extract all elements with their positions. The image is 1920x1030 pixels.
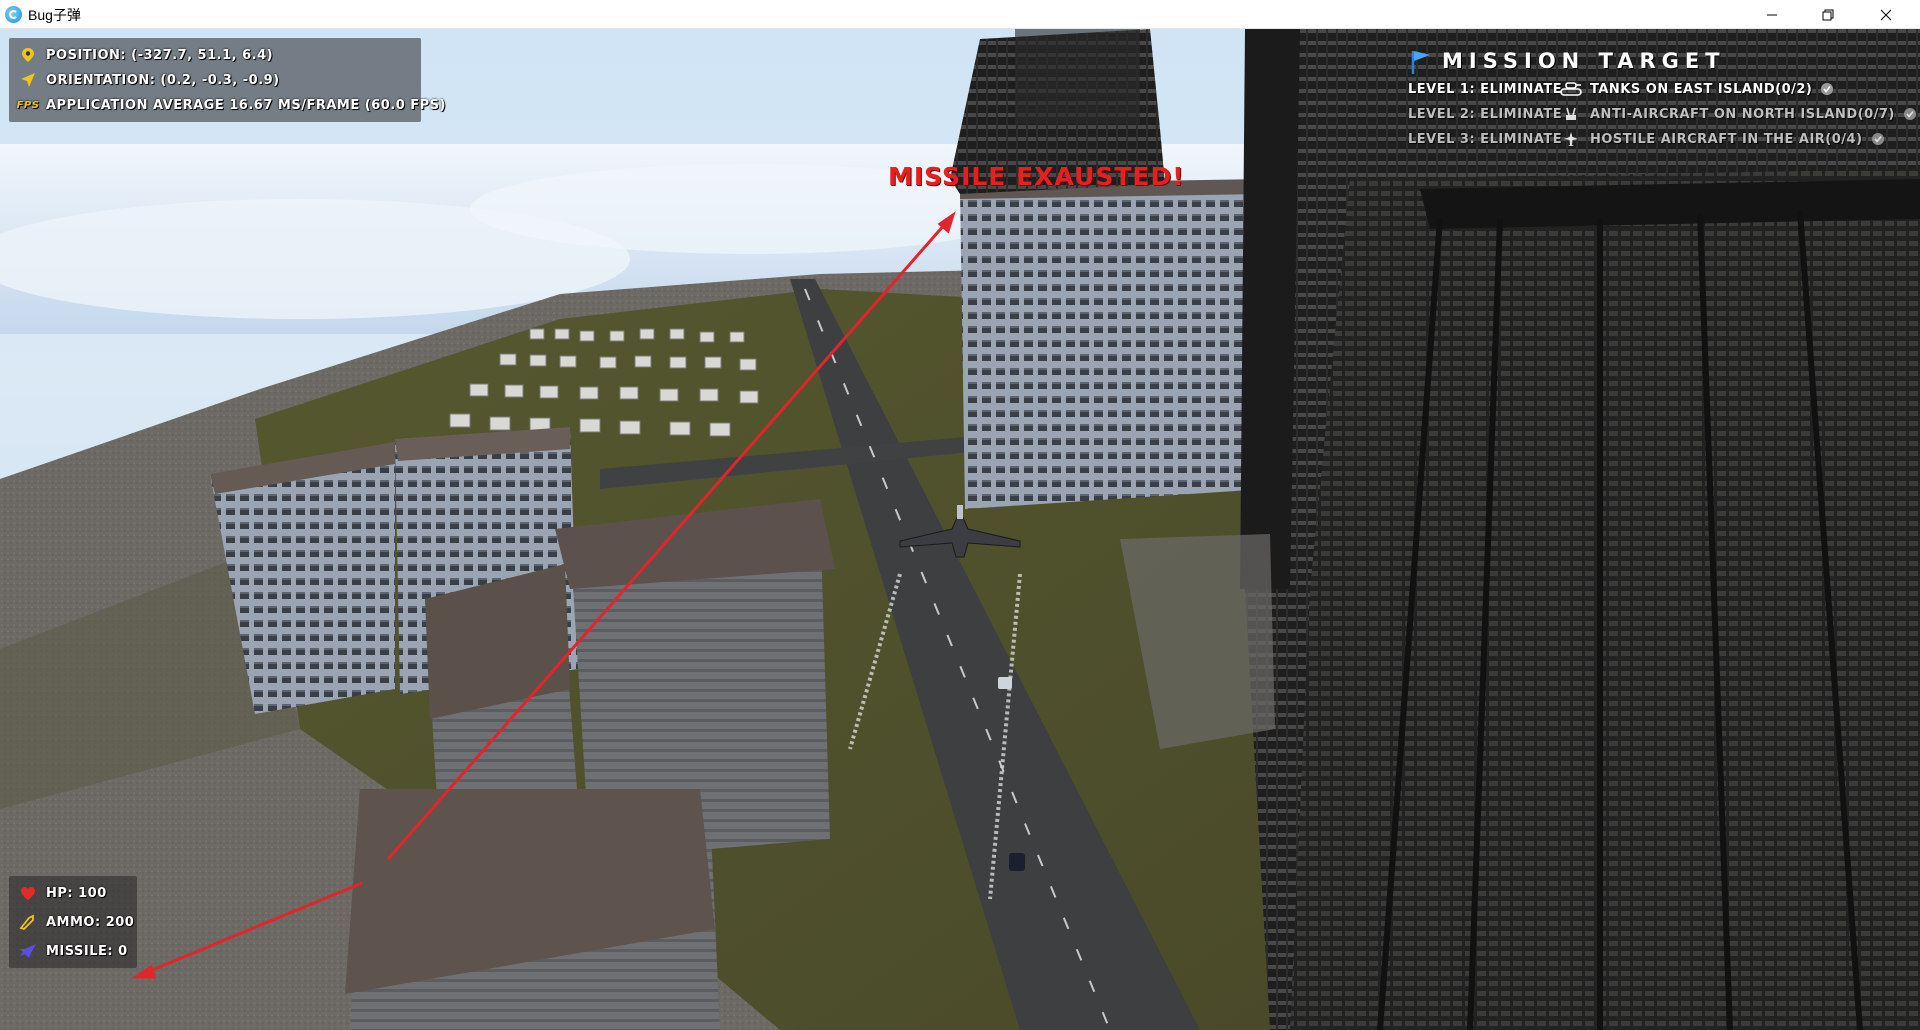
restore-icon: [1822, 9, 1834, 20]
navigation-arrow-icon: [18, 72, 38, 88]
mission-flag-icon: [1410, 49, 1432, 79]
minimize-button[interactable]: [1744, 0, 1800, 29]
aircraft-icon: [1560, 131, 1582, 147]
anti-aircraft-icon: [1560, 106, 1582, 122]
title-bar: Bug子弹: [0, 0, 1920, 29]
close-button[interactable]: [1858, 0, 1914, 29]
orientation-readout: Orientation: (0.2, -0.3, -0.9): [18, 72, 280, 88]
tank-icon: [1560, 81, 1582, 97]
missile-readout: MISSILE: 0: [18, 943, 128, 959]
mission-level-1: Level 1: Eliminate Tanks on East Island(…: [1408, 81, 1834, 97]
restore-button[interactable]: [1800, 0, 1856, 29]
fps-icon: FPS: [16, 99, 40, 111]
missile-exhausted-warning: MISSILE EXAUSTED!: [888, 162, 1185, 191]
car: [998, 677, 1012, 689]
check-circle-icon: [1903, 108, 1916, 120]
check-circle-icon: [1821, 83, 1834, 95]
heart-icon: [18, 885, 38, 901]
hp-readout: HP: 100: [18, 885, 107, 901]
ammo-bullet-icon: [18, 914, 38, 930]
mission-level-3: Level 3: Eliminate Hostile Aircraft in t…: [1408, 131, 1885, 147]
mission-title: MISSION TARGET: [1442, 49, 1726, 73]
mission-level-2: Level 2: Eliminate Anti-Aircraft on Nort…: [1408, 106, 1917, 122]
minimize-icon: [1767, 14, 1777, 15]
app-logo-icon: [5, 6, 22, 23]
location-pin-icon: [18, 47, 38, 63]
car: [1009, 853, 1025, 871]
position-readout: Position: (-327.7, 51.1, 6.4): [18, 47, 273, 63]
window-title: Bug子弹: [28, 7, 81, 23]
missile-icon: [18, 943, 38, 959]
ammo-readout: AMMO: 200: [18, 914, 134, 930]
close-icon: [1880, 9, 1892, 20]
fps-readout: FPS Application average 16.67 ms/frame (…: [16, 97, 447, 113]
game-viewport[interactable]: Position: (-327.7, 51.1, 6.4) Orientatio…: [0, 29, 1920, 1030]
check-circle-icon: [1871, 133, 1884, 145]
